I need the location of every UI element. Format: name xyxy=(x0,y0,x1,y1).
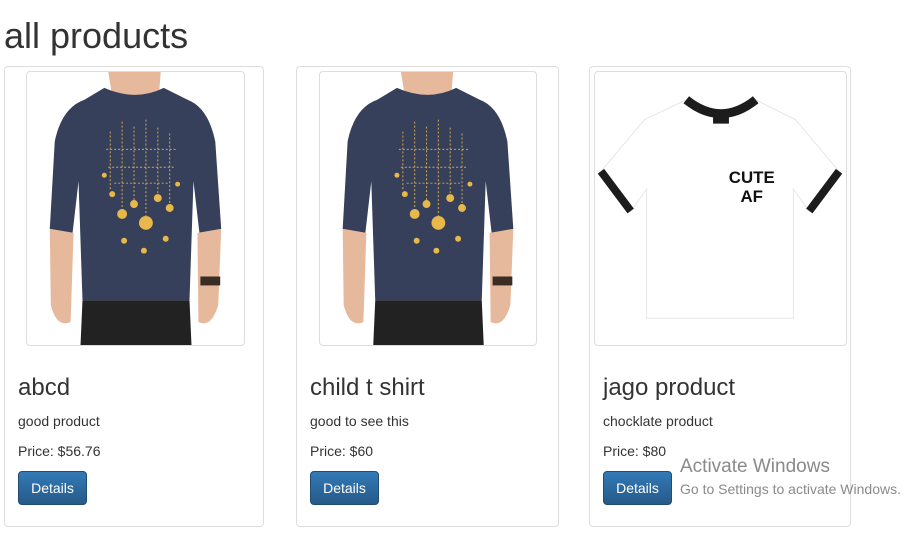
activate-windows-watermark: Activate Windows Go to Settings to activ… xyxy=(680,456,901,499)
product-card: child t shirt good to see this Price: $6… xyxy=(296,66,559,527)
tshirt-image-icon xyxy=(342,72,514,345)
product-title: abcd xyxy=(18,374,71,401)
ringer-tshirt-image-icon: CUTE AF xyxy=(597,96,843,319)
details-button[interactable]: Details xyxy=(310,471,379,505)
watermark-title: Activate Windows xyxy=(680,456,830,477)
product-description: good to see this xyxy=(310,413,409,429)
product-price: Price: $80 xyxy=(603,443,667,459)
product-description: good product xyxy=(18,413,100,429)
shirt-print-line2: AF xyxy=(741,187,763,206)
page-title: all products xyxy=(4,15,189,56)
product-title: jago product xyxy=(603,374,736,401)
product-price: Price: $56.76 xyxy=(18,443,101,459)
tshirt-image-icon xyxy=(49,72,222,345)
product-image[interactable]: CUTE AF xyxy=(594,71,847,346)
watermark-subtitle: Go to Settings to activate Windows. xyxy=(680,481,901,497)
details-button[interactable]: Details xyxy=(603,471,672,505)
product-title: child t shirt xyxy=(310,374,425,401)
product-description: chocklate product xyxy=(603,413,713,429)
product-image[interactable] xyxy=(319,71,537,346)
shirt-print-line1: CUTE xyxy=(729,168,775,187)
product-image[interactable] xyxy=(26,71,245,346)
product-card: abcd good product Price: $56.76 Details xyxy=(4,66,264,527)
product-price: Price: $60 xyxy=(310,443,374,459)
details-button[interactable]: Details xyxy=(18,471,87,505)
